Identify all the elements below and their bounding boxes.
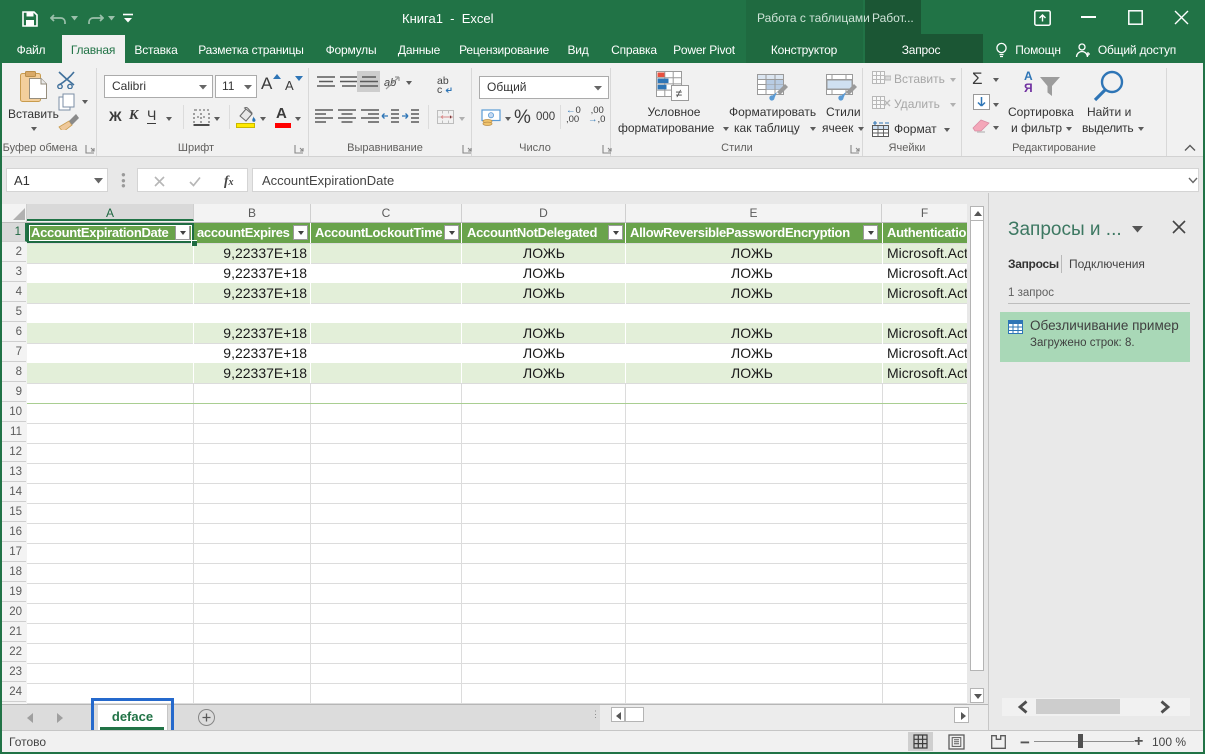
svg-text:c: c [437, 84, 442, 93]
svg-text:≠: ≠ [676, 87, 683, 101]
svg-text:ab: ab [384, 77, 396, 89]
